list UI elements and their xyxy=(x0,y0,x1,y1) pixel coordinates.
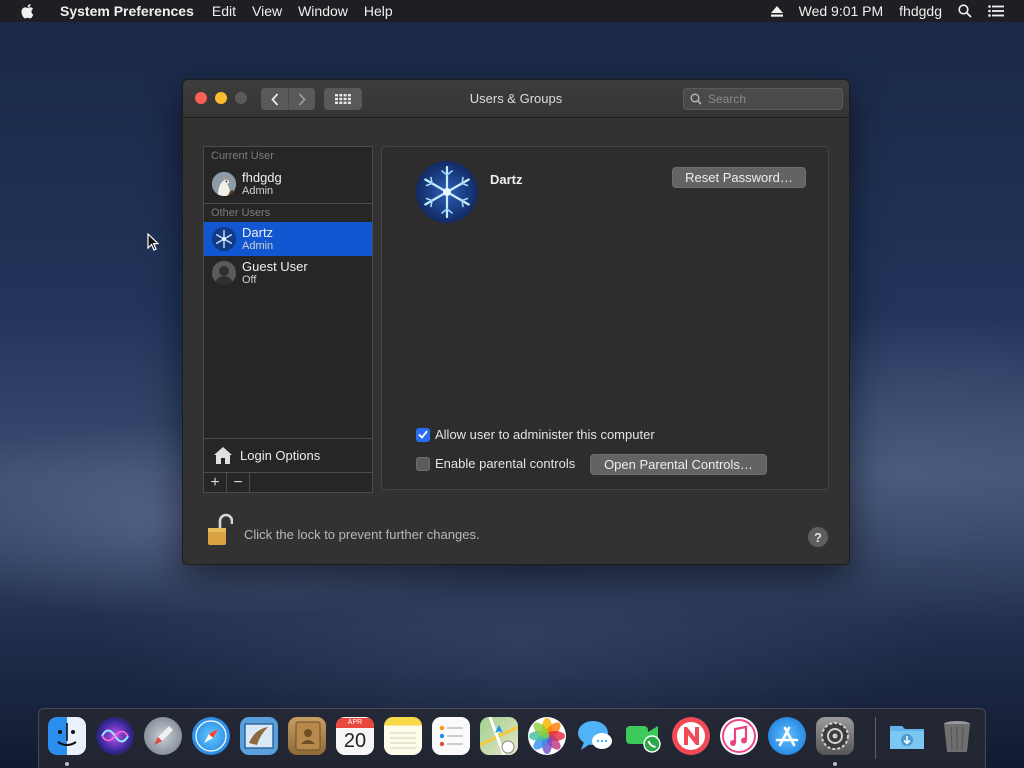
itunes-icon[interactable] xyxy=(720,717,758,755)
finder-icon[interactable] xyxy=(48,717,86,755)
siri-icon[interactable] xyxy=(96,717,134,755)
login-options-button[interactable]: Login Options xyxy=(204,438,372,471)
users-groups-window: Users & Groups Current User fhdgdg Admin… xyxy=(182,79,850,565)
allow-admin-label: Allow user to administer this computer xyxy=(435,427,655,442)
dock-divider xyxy=(875,717,876,759)
show-all-button[interactable] xyxy=(324,88,362,110)
running-indicator xyxy=(65,762,69,766)
add-user-button[interactable]: + xyxy=(204,473,227,493)
search-icon xyxy=(690,93,702,105)
search-field[interactable] xyxy=(683,88,843,110)
notes-icon[interactable] xyxy=(384,717,422,755)
menubar-username[interactable]: fhdgdg xyxy=(899,3,942,19)
unlocked-padlock-icon[interactable] xyxy=(207,513,234,550)
open-parental-controls-button[interactable]: Open Parental Controls… xyxy=(590,454,767,475)
maps-icon[interactable] xyxy=(480,717,518,755)
mouse-pointer-icon xyxy=(147,232,160,254)
menu-window[interactable]: Window xyxy=(290,0,356,22)
menu-edit[interactable]: Edit xyxy=(204,0,244,22)
calendar-month: APR xyxy=(336,718,374,728)
menu-help[interactable]: Help xyxy=(356,0,401,22)
app-store-icon[interactable] xyxy=(768,717,806,755)
user-role: Admin xyxy=(242,184,274,197)
parental-controls-label: Enable parental controls xyxy=(435,456,576,471)
parental-controls-option[interactable]: Enable parental controls xyxy=(416,456,575,471)
search-input[interactable] xyxy=(708,92,838,106)
downloads-folder-icon[interactable] xyxy=(888,717,926,755)
forward-button[interactable] xyxy=(288,88,315,110)
snowflake-avatar-icon[interactable] xyxy=(416,161,478,223)
messages-icon[interactable] xyxy=(576,717,614,755)
eagle-avatar-icon xyxy=(212,171,236,196)
calendar-icon[interactable]: APR 20 xyxy=(336,717,374,755)
users-sidebar: Current User fhdgdg Admin Other Users Da… xyxy=(203,146,373,493)
navigation-buttons xyxy=(261,88,315,110)
menu-bar: System Preferences Edit View Window Help… xyxy=(0,0,1024,22)
help-button[interactable]: ? xyxy=(808,527,828,547)
apple-menu-icon[interactable] xyxy=(20,3,38,19)
house-icon xyxy=(213,446,233,465)
guest-user-icon xyxy=(212,261,236,285)
checkmark-icon xyxy=(418,430,428,439)
window-titlebar[interactable]: Users & Groups xyxy=(183,80,849,118)
user-name: Guest User xyxy=(242,259,308,274)
facetime-icon[interactable] xyxy=(624,717,662,755)
user-role: Admin xyxy=(242,240,274,252)
remove-user-button[interactable]: − xyxy=(227,473,250,493)
selected-user-name: Dartz xyxy=(490,172,523,187)
parental-controls-checkbox[interactable] xyxy=(416,456,430,471)
allow-admin-checkbox[interactable] xyxy=(416,427,430,442)
snowflake-avatar-icon xyxy=(212,227,236,251)
eject-icon[interactable] xyxy=(770,5,783,17)
reset-password-button[interactable]: Reset Password… xyxy=(672,167,806,188)
user-role: Off xyxy=(242,274,257,286)
spotlight-search-icon[interactable] xyxy=(958,4,972,18)
dock: APR 20 xyxy=(38,708,986,768)
running-indicator xyxy=(833,762,837,766)
chevron-left-icon xyxy=(270,92,278,106)
user-row-dartz[interactable]: Dartz Admin xyxy=(204,222,372,256)
mail-icon[interactable] xyxy=(240,717,278,755)
chevron-right-icon xyxy=(298,92,306,106)
notification-center-icon[interactable] xyxy=(988,5,1004,17)
news-icon[interactable] xyxy=(672,717,710,755)
trash-icon[interactable] xyxy=(938,717,976,755)
contacts-icon[interactable] xyxy=(288,717,326,755)
back-button[interactable] xyxy=(261,88,288,110)
photos-icon[interactable] xyxy=(528,717,566,755)
user-name: Dartz xyxy=(242,225,274,240)
login-options-label: Login Options xyxy=(240,447,321,463)
reminders-icon[interactable] xyxy=(432,717,470,755)
other-users-header: Other Users xyxy=(211,207,271,219)
close-window-button[interactable] xyxy=(195,92,207,104)
sidebar-button-bar: + − xyxy=(204,472,372,493)
zoom-window-button[interactable] xyxy=(235,92,247,104)
user-row-guest[interactable]: Guest User Off xyxy=(204,256,372,290)
current-user-header: Current User xyxy=(211,150,274,162)
menu-app-name[interactable]: System Preferences xyxy=(52,0,202,22)
user-detail-panel: Dartz Reset Password… Allow user to admi… xyxy=(381,146,829,490)
lock-status-text: Click the lock to prevent further change… xyxy=(244,527,480,542)
calendar-day: 20 xyxy=(343,730,367,752)
safari-icon[interactable] xyxy=(192,717,230,755)
grid-icon xyxy=(335,94,351,104)
user-name: fhdgdg xyxy=(242,169,282,185)
launchpad-icon[interactable] xyxy=(144,717,182,755)
minimize-window-button[interactable] xyxy=(215,92,227,104)
user-row-current[interactable]: fhdgdg Admin xyxy=(204,165,372,202)
system-preferences-icon[interactable] xyxy=(816,717,854,755)
allow-admin-option[interactable]: Allow user to administer this computer xyxy=(416,427,655,442)
menu-view[interactable]: View xyxy=(244,0,290,22)
menubar-status-area: Wed 9:01 PM fhdgdg xyxy=(763,0,1024,22)
menubar-clock[interactable]: Wed 9:01 PM xyxy=(799,3,884,19)
